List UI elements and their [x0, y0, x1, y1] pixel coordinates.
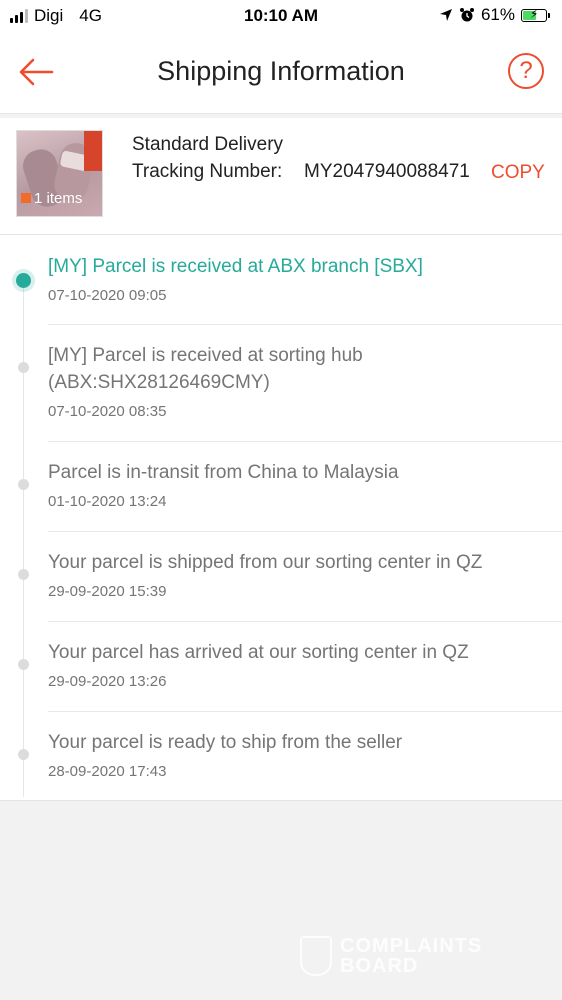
status-right: 61% ⚡ — [439, 5, 550, 25]
timeline-event: Your parcel is shipped from our sorting … — [0, 532, 562, 622]
location-arrow-icon — [439, 9, 452, 21]
items-count-label: 1 items — [34, 189, 83, 207]
event-message: [MY] Parcel is received at sorting hub (… — [48, 345, 363, 393]
product-thumbnail[interactable]: 1 items — [16, 130, 103, 217]
app-header: Shipping Information ? — [0, 32, 562, 114]
status-left: Digi 4G — [10, 6, 102, 26]
timeline-event: Your parcel has arrived at our sorting c… — [0, 622, 562, 712]
timeline-event: [MY] Parcel is received at sorting hub (… — [0, 325, 562, 442]
question-mark-icon: ? — [519, 57, 533, 84]
status-bar: Digi 4G 10:10 AM 61% ⚡ — [0, 0, 562, 32]
event-time: 07-10-2020 09:05 — [48, 287, 167, 304]
timeline-event: Your parcel is ready to ship from the se… — [0, 712, 562, 801]
timeline-dot — [18, 362, 29, 373]
watermark-shield-icon — [300, 936, 332, 976]
event-time: 07-10-2020 08:35 — [48, 403, 167, 420]
charging-bolt-icon: ⚡ — [530, 6, 539, 21]
tracking-timeline: [MY] Parcel is received at ABX branch [S… — [0, 235, 562, 801]
badge-dot-icon — [21, 193, 31, 203]
copy-tracking-button[interactable]: COPY — [491, 162, 545, 184]
timeline-dot — [18, 569, 29, 580]
page-title: Shipping Information — [157, 56, 405, 86]
battery-cap — [548, 12, 550, 18]
delivery-type: Standard Delivery — [132, 134, 284, 155]
timeline-dot-current — [16, 273, 31, 288]
event-time: 28-09-2020 17:43 — [48, 763, 167, 780]
watermark-line2: BOARD — [340, 955, 419, 977]
event-message: [MY] Parcel is received at ABX branch [S… — [48, 256, 423, 277]
timeline-dot — [18, 479, 29, 490]
carrier-name: Digi — [34, 6, 64, 25]
help-button[interactable]: ? — [508, 53, 544, 89]
timeline-dot — [18, 749, 29, 760]
event-message: Your parcel is ready to ship from the se… — [48, 732, 403, 753]
watermark-line1: COMPLAINTS — [340, 935, 483, 957]
watermark-logo: COMPLAINTS BOARD — [300, 936, 482, 976]
items-count-badge: 1 items — [17, 188, 88, 208]
event-message: Your parcel has arrived at our sorting c… — [48, 642, 469, 663]
event-message: Your parcel is shipped from our sorting … — [48, 552, 483, 573]
battery-body: ⚡ — [521, 6, 547, 22]
battery-icon: ⚡ — [521, 6, 550, 22]
network-type: 4G — [79, 6, 102, 25]
product-image-box — [84, 131, 102, 171]
back-arrow-icon — [19, 58, 54, 86]
alarm-clock-icon — [459, 8, 474, 22]
event-time: 29-09-2020 13:26 — [48, 673, 167, 690]
timeline-event: [MY] Parcel is received at ABX branch [S… — [0, 235, 562, 325]
watermark-text: COMPLAINTS BOARD — [340, 936, 482, 976]
tracking-number-label: Tracking Number: — [132, 161, 283, 182]
event-message: Parcel is in-transit from China to Malay… — [48, 462, 399, 483]
shipment-summary: 1 items Standard Delivery Tracking Numbe… — [0, 118, 562, 235]
signal-strength-icon — [10, 9, 28, 23]
timeline-dot — [18, 659, 29, 670]
back-button[interactable] — [16, 54, 56, 90]
event-time: 29-09-2020 15:39 — [48, 583, 167, 600]
timeline-event: Parcel is in-transit from China to Malay… — [0, 442, 562, 532]
event-time: 01-10-2020 13:24 — [48, 493, 167, 510]
battery-percent: 61% — [480, 5, 515, 24]
tracking-number: MY2047940088471 — [304, 161, 470, 182]
